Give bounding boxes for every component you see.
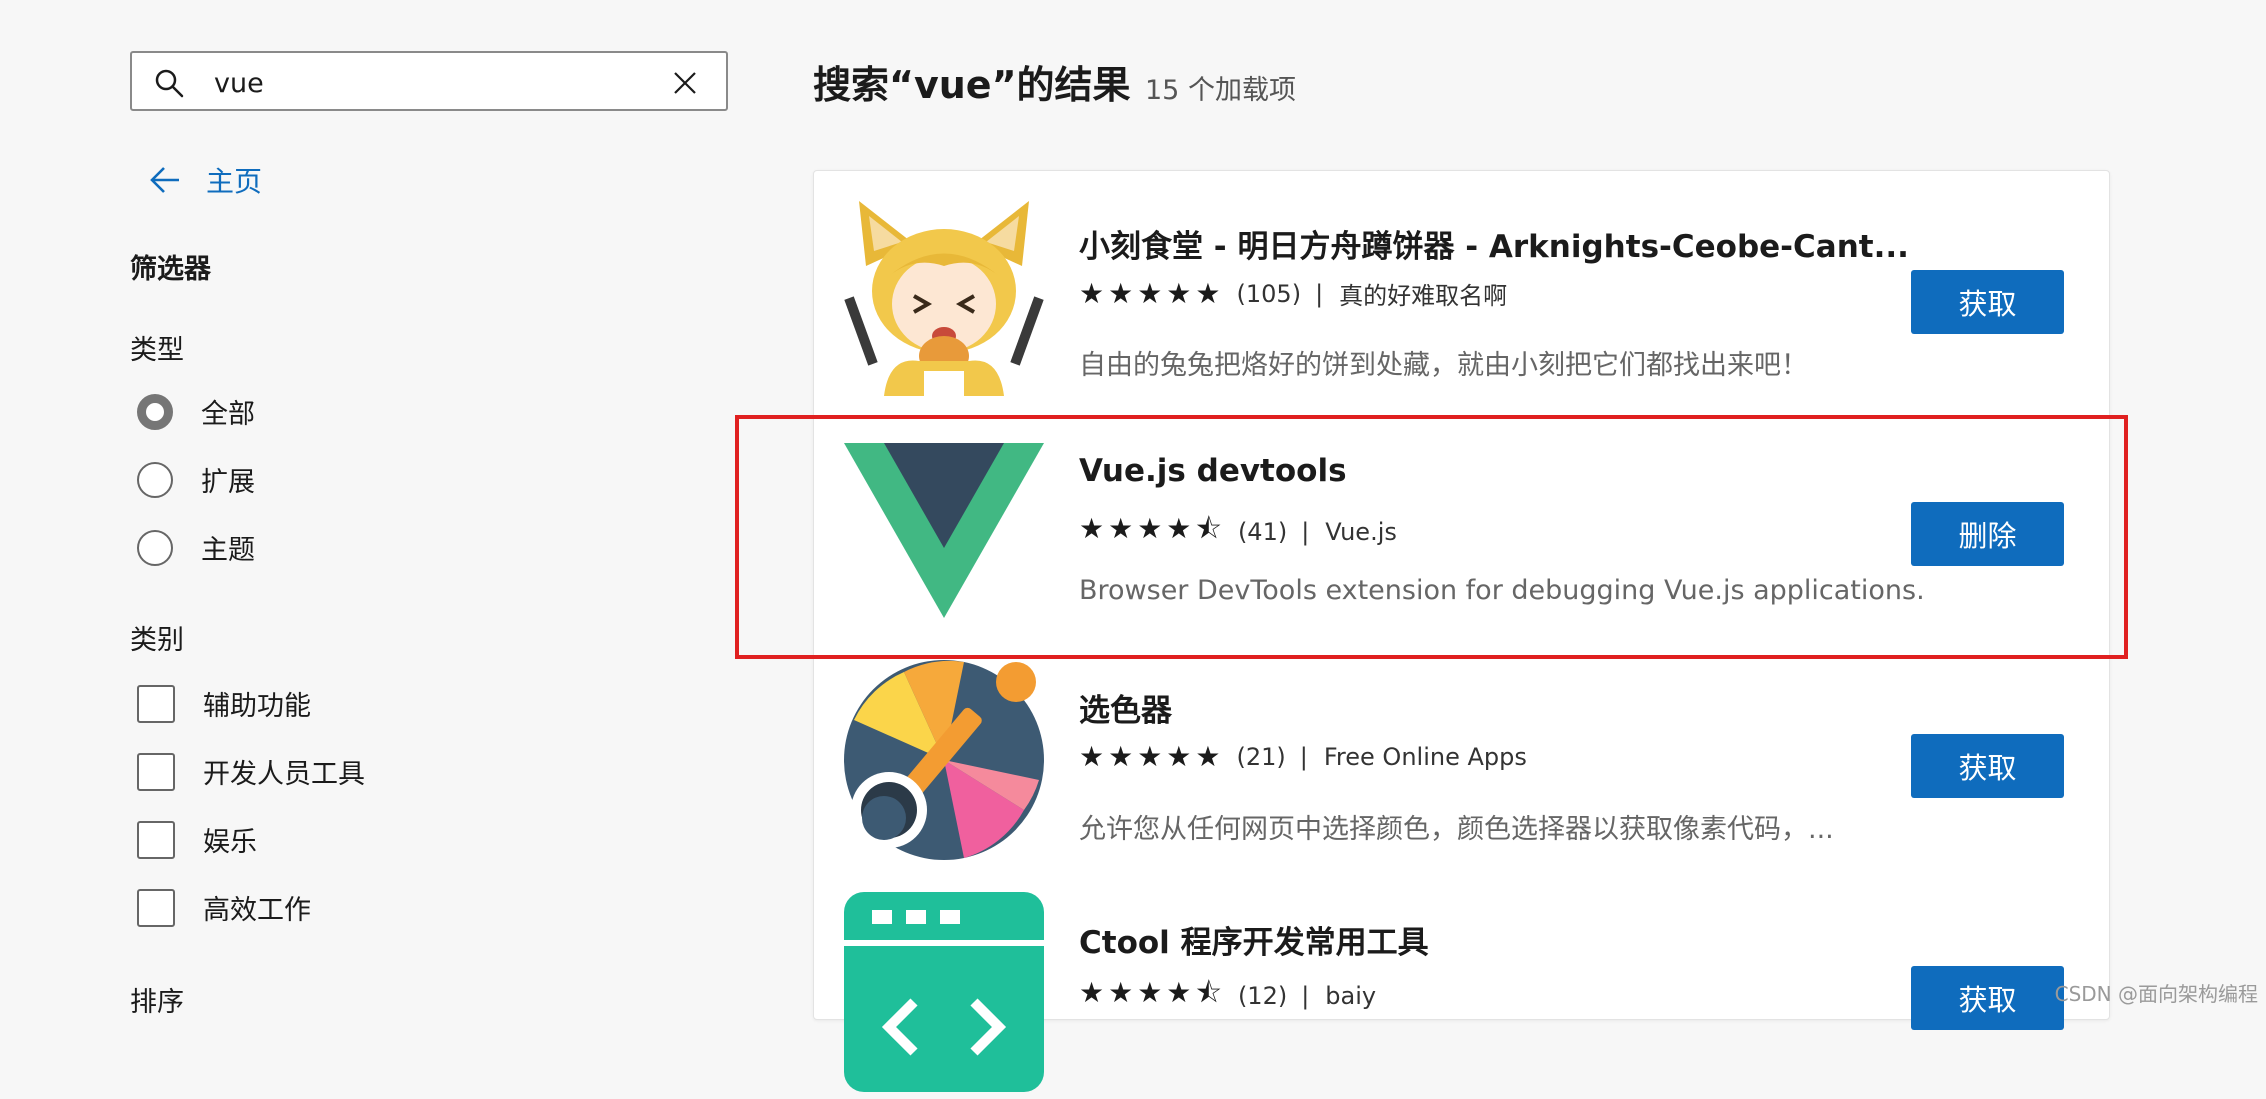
- search-input[interactable]: [212, 63, 636, 103]
- extension-description: 自由的兔兔把烙好的饼到处藏，就由小刻把它们都找出来吧！: [1079, 350, 1808, 381]
- get-button[interactable]: 获取: [1911, 734, 2064, 798]
- checkbox[interactable]: [137, 888, 175, 927]
- ceobe-character-icon: [844, 201, 1044, 396]
- type-group-title: 类型: [130, 335, 184, 366]
- search-box[interactable]: [130, 51, 728, 111]
- category-entertainment[interactable]: 娱乐: [137, 820, 257, 859]
- home-link[interactable]: 主页: [148, 158, 262, 202]
- rating-count: (21): [1236, 742, 1286, 771]
- category-group-title: 类别: [130, 625, 184, 656]
- rating-count: (41): [1237, 518, 1288, 546]
- extension-description: 允许您从任何网页中选择颜色，颜色选择器以获取像素代码，...: [1079, 814, 1834, 845]
- publisher: baiy: [1325, 982, 1377, 1010]
- color-picker-icon: [844, 660, 1044, 860]
- results-list: 小刻食堂 - 明日方舟蹲饼器 - Arknights-Ceobe-Cant...…: [813, 170, 2110, 1092]
- category-accessibility[interactable]: 辅助功能: [137, 684, 311, 723]
- publisher: 真的好难取名啊: [1339, 282, 1508, 310]
- get-button[interactable]: 获取: [1911, 270, 2064, 334]
- option-label: 主题: [201, 535, 255, 566]
- rating-stars: ★★★★⯪: [1079, 512, 1226, 545]
- rating-count: (12): [1237, 982, 1288, 1010]
- separator: |: [1301, 518, 1310, 546]
- result-card[interactable]: Vue.js devtools ★★★★⯪ (41) | Vue.js Brow…: [814, 403, 2109, 635]
- option-label: 高效工作: [203, 895, 311, 926]
- radio[interactable]: [137, 529, 173, 566]
- rating-row: ★★★★⯪ (41) | Vue.js: [1079, 508, 1397, 556]
- extension-name[interactable]: Vue.js devtools: [1079, 453, 1347, 489]
- get-button[interactable]: 获取: [1911, 966, 2064, 1030]
- extension-name[interactable]: 小刻食堂 - 明日方舟蹲饼器 - Arknights-Ceobe-Cant...: [1079, 221, 1909, 266]
- rating-count: (105): [1236, 279, 1302, 308]
- category-productivity[interactable]: 高效工作: [137, 888, 311, 927]
- results-count: 15 个加载项: [1145, 75, 1296, 106]
- separator: |: [1299, 742, 1308, 771]
- watermark: CSDN @面向架构编程: [2054, 982, 2258, 1006]
- type-option-themes[interactable]: 主题: [137, 528, 255, 567]
- vue-logo-icon: [844, 443, 1044, 618]
- home-label: 主页: [206, 165, 263, 198]
- option-label: 娱乐: [203, 827, 257, 858]
- result-card[interactable]: Ctool 程序开发常用工具 ★★★★⯪ (12) | baiy 获取: [814, 867, 2109, 1099]
- remove-button[interactable]: 删除: [1911, 502, 2064, 566]
- ctool-icon: [844, 892, 1044, 1092]
- separator: |: [1301, 982, 1310, 1010]
- search-icon: [155, 69, 184, 98]
- option-label: 开发人员工具: [203, 759, 365, 790]
- rating-stars: ★★★★⯪: [1079, 976, 1226, 1009]
- type-option-extensions[interactable]: 扩展: [137, 460, 255, 499]
- checkbox[interactable]: [137, 684, 175, 723]
- category-developer-tools[interactable]: 开发人员工具: [137, 752, 365, 791]
- results-title: 搜索“vue”的结果: [813, 63, 1131, 107]
- checkbox[interactable]: [137, 820, 175, 859]
- filters-title: 筛选器: [130, 254, 211, 285]
- result-card[interactable]: 选色器 ★★★★★ (21) | Free Online Apps 允许您从任何…: [814, 635, 2109, 867]
- sort-title: 排序: [130, 987, 184, 1018]
- publisher: Free Online Apps: [1323, 742, 1527, 771]
- extension-name[interactable]: 选色器: [1079, 685, 1172, 730]
- rating-row: ★★★★⯪ (12) | baiy: [1079, 972, 1376, 1020]
- clear-search-icon[interactable]: [672, 70, 698, 96]
- checkbox[interactable]: [137, 752, 175, 791]
- separator: |: [1315, 279, 1324, 308]
- back-arrow-icon: [150, 167, 179, 193]
- extension-description: Browser DevTools extension for debugging…: [1079, 575, 1925, 606]
- rating-stars: ★★★★★: [1079, 277, 1225, 310]
- rating-row: ★★★★★ (105) | 真的好难取名啊: [1079, 276, 1507, 311]
- radio[interactable]: [137, 461, 173, 498]
- extension-name[interactable]: Ctool 程序开发常用工具: [1079, 917, 1429, 962]
- rating-stars: ★★★★★: [1079, 740, 1225, 773]
- option-label: 全部: [201, 399, 255, 430]
- option-label: 扩展: [201, 467, 255, 498]
- publisher: Vue.js: [1325, 518, 1397, 546]
- result-card[interactable]: 小刻食堂 - 明日方舟蹲饼器 - Arknights-Ceobe-Cant...…: [814, 171, 2109, 403]
- option-label: 辅助功能: [203, 691, 311, 722]
- type-option-all[interactable]: 全部: [137, 392, 255, 431]
- rating-row: ★★★★★ (21) | Free Online Apps: [1079, 740, 1527, 773]
- radio-checked[interactable]: [137, 393, 173, 430]
